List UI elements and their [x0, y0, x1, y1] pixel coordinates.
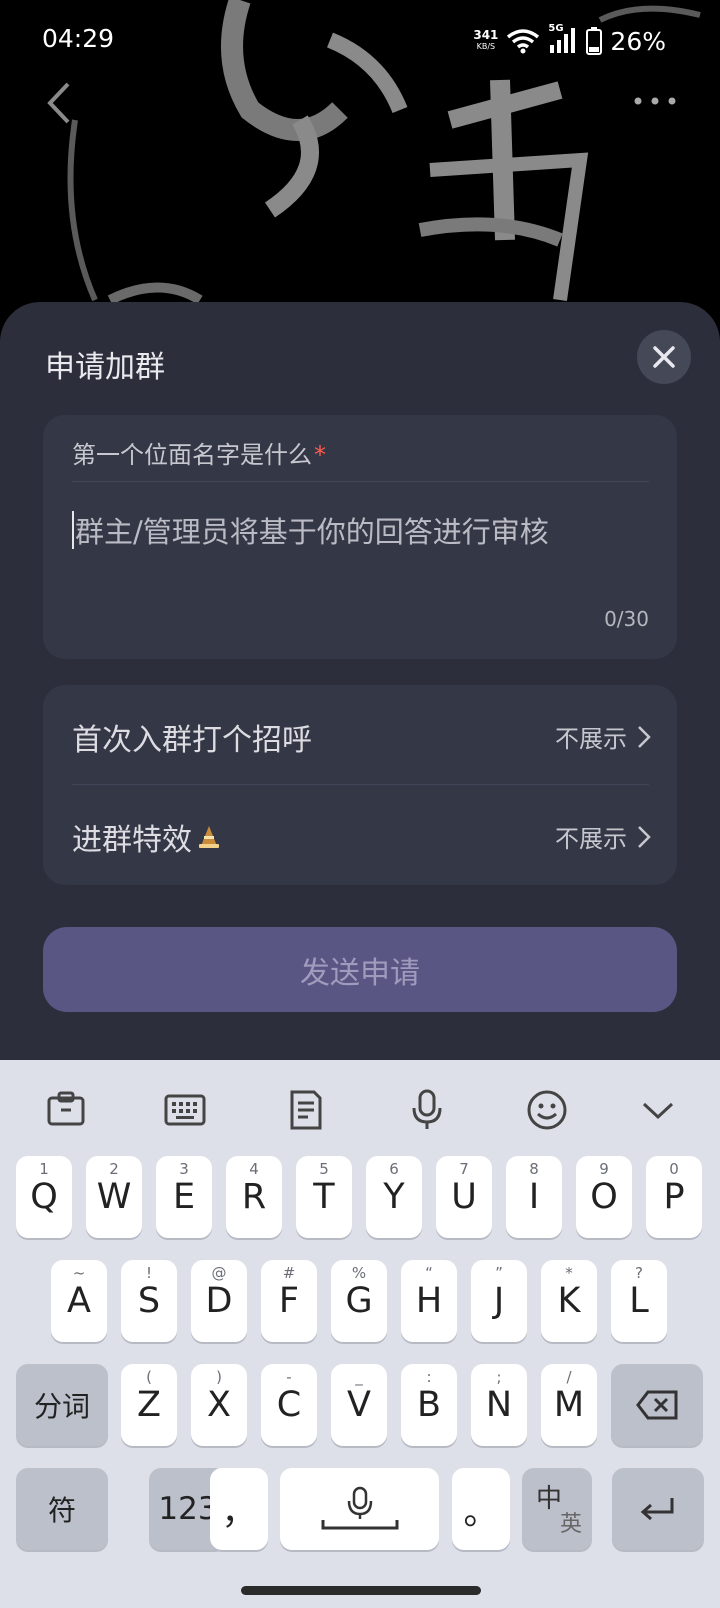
key-j[interactable]: ” J — [471, 1260, 527, 1342]
segment-key[interactable]: 分词 — [16, 1364, 108, 1446]
key-q[interactable]: 1Q — [16, 1156, 72, 1238]
key-i[interactable]: 8I — [506, 1156, 562, 1238]
key-m[interactable]: / M — [541, 1364, 597, 1446]
backspace-key[interactable] — [611, 1364, 703, 1446]
options-card: 首次入群打个招呼 不展示 进群特效 不展示 — [43, 685, 677, 885]
key-x[interactable]: ) X — [191, 1364, 247, 1446]
option-label: 进群特效 — [72, 815, 222, 859]
backspace-icon — [636, 1390, 678, 1420]
key-o[interactable]: 9O — [576, 1156, 632, 1238]
question-card: 第一个位面名字是什么* 群主/管理员将基于你的回答进行审核 0/30 — [43, 415, 677, 659]
close-button[interactable] — [637, 330, 691, 384]
back-button[interactable] — [40, 78, 80, 128]
key-b[interactable]: :B — [401, 1364, 457, 1446]
key-c[interactable]: -C — [261, 1364, 317, 1446]
key-n[interactable]: ; N — [471, 1364, 527, 1446]
answer-placeholder: 群主/管理员将基于你的回答进行审核 — [75, 515, 549, 549]
key-l[interactable]: ? L — [611, 1260, 667, 1342]
network-speed: 341 KB/S — [473, 28, 499, 51]
space-microphone-icon — [321, 1486, 398, 1530]
required-mark: * — [314, 441, 326, 469]
symbol-key[interactable]: 符 — [16, 1468, 108, 1550]
option-label: 首次入群打个招呼 — [72, 723, 312, 758]
key-u[interactable]: 7U — [436, 1156, 492, 1238]
language-switch-key[interactable]: 中 英 — [522, 1468, 592, 1550]
question-label: 第一个位面名字是什么* — [72, 441, 326, 469]
more-dots-icon — [634, 97, 676, 105]
home-indicator[interactable] — [241, 1586, 481, 1595]
key-s[interactable]: ! S — [121, 1260, 177, 1342]
key-e[interactable]: 3E — [156, 1156, 212, 1238]
clipboard-icon[interactable] — [44, 1088, 88, 1132]
cellular-signal-icon: 5G — [548, 23, 578, 55]
emoji-icon[interactable] — [525, 1088, 569, 1132]
more-options-button[interactable] — [630, 86, 680, 116]
period-key[interactable]: 。 — [452, 1468, 510, 1550]
join-group-sheet: 申请加群 第一个位面名字是什么* 群主/管理员将基于你的回答进行审核 0/30 … — [0, 302, 720, 1062]
keyboard-toolbar — [0, 1060, 720, 1156]
battery-icon — [586, 27, 603, 55]
close-icon — [653, 346, 675, 368]
char-counter: 0/30 — [604, 607, 649, 631]
option-value: 不展示 — [555, 719, 651, 754]
status-bar: 04:29 341 KB/S 5G 26% — [0, 0, 720, 80]
key-k[interactable]: * K — [541, 1260, 597, 1342]
sheet-title: 申请加群 — [45, 350, 165, 385]
text-caret — [72, 511, 74, 549]
key-t[interactable]: 5T — [296, 1156, 352, 1238]
key-h[interactable]: “H — [401, 1260, 457, 1342]
soft-keyboard: 1Q 2W 3E 4R 5T 6Y 7U 8I 9O 0P ~ A ! S @ D #… — [0, 1060, 720, 1608]
chevron-right-icon — [638, 825, 651, 848]
key-p[interactable]: 0P — [646, 1156, 702, 1238]
document-icon[interactable] — [284, 1088, 328, 1132]
key-w[interactable]: 2W — [86, 1156, 142, 1238]
option-greeting[interactable]: 首次入群打个招呼 不展示 — [43, 685, 677, 785]
option-value: 不展示 — [555, 819, 651, 854]
comma-key[interactable]: ， — [210, 1468, 268, 1550]
key-f[interactable]: # F — [261, 1260, 317, 1342]
answer-input[interactable]: 群主/管理员将基于你的回答进行审核 — [72, 509, 549, 551]
enter-key[interactable] — [612, 1468, 704, 1550]
send-request-button[interactable]: 发送申请 — [43, 927, 677, 1012]
microphone-icon[interactable] — [405, 1088, 449, 1132]
key-r[interactable]: 4R — [226, 1156, 282, 1238]
key-a[interactable]: ~ A — [51, 1260, 107, 1342]
status-time: 04:29 — [42, 24, 115, 53]
key-v[interactable]: _ V — [331, 1364, 387, 1446]
key-z[interactable]: (Z — [121, 1364, 177, 1446]
chevron-right-icon — [638, 725, 651, 748]
battery-percent: 26% — [610, 26, 666, 56]
divider — [72, 481, 649, 482]
key-g[interactable]: % G — [331, 1260, 387, 1342]
effect-badge-icon — [199, 826, 219, 848]
chevron-left-icon — [47, 82, 70, 124]
option-join-effect[interactable]: 进群特效 不展示 — [43, 785, 677, 885]
keyboard-icon[interactable] — [163, 1088, 207, 1132]
enter-icon — [640, 1498, 674, 1521]
chevron-down-icon[interactable] — [636, 1088, 680, 1132]
wifi-icon — [507, 29, 540, 54]
key-y[interactable]: 6Y — [366, 1156, 422, 1238]
space-key[interactable] — [280, 1468, 439, 1550]
key-d[interactable]: @ D — [191, 1260, 247, 1342]
status-icons: 341 KB/S 5G 26% — [473, 23, 666, 58]
